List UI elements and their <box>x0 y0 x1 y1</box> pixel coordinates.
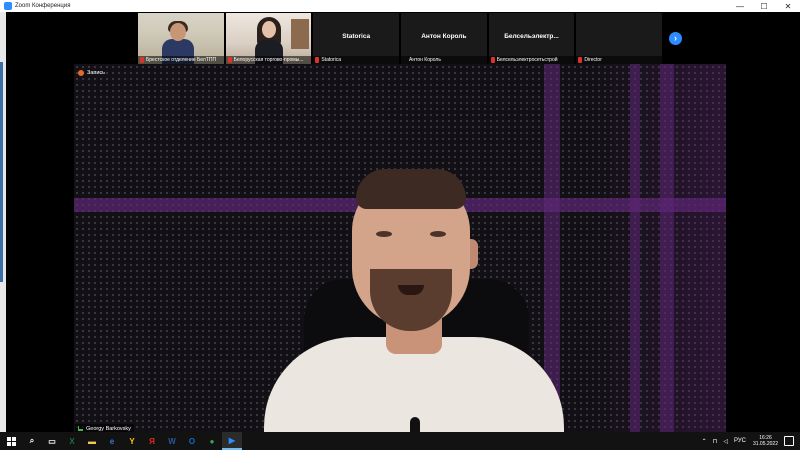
desktop-background-strip <box>0 12 6 432</box>
mic-muted-icon <box>490 57 495 63</box>
clock[interactable]: 16:26 31.05.2022 <box>753 435 778 447</box>
chrome-glyph: ● <box>209 436 215 446</box>
record-icon <box>78 69 84 76</box>
participant-label: Statorica <box>313 56 400 64</box>
mic-muted-icon <box>578 57 583 63</box>
mic-muted-icon <box>140 57 144 63</box>
search-glyph: ⌕ <box>29 436 35 445</box>
mic-muted-icon <box>315 57 320 63</box>
clock-date: 31.05.2022 <box>752 441 778 447</box>
participant-thumbnail[interactable]: Director <box>576 13 663 64</box>
maximize-button[interactable]: ☐ <box>752 0 776 12</box>
speaker-name: Georgy Barkovsky <box>86 425 131 432</box>
search-icon[interactable]: ⌕ <box>22 432 42 450</box>
yandex-browser-icon[interactable]: Y <box>122 432 142 450</box>
excel-icon[interactable]: X <box>62 432 82 450</box>
windows-taskbar: ⌕ ▭ X ▬ e Y Я W O ● ▶ ⌃ ⊓ ◁ РУС 16:26 31.05.2022 <box>0 432 800 450</box>
window-titlebar[interactable]: Zoom Конференция — ☐ ✕ <box>0 0 800 12</box>
start-button[interactable] <box>0 432 22 450</box>
windows-logo-icon <box>6 436 16 446</box>
language-indicator[interactable]: РУС <box>734 438 746 444</box>
participant-label: Белсельэлектросетьстрой <box>488 56 575 64</box>
participant-name: Антон Король <box>421 33 467 40</box>
yandex-icon[interactable]: Я <box>142 432 162 450</box>
participant-thumbnail-strip: Брестское отделение БелТПП Белорусская т… <box>138 13 664 64</box>
task-view-glyph: ▭ <box>48 436 56 446</box>
participant-label: Director <box>576 56 663 64</box>
window-controls: — ☐ ✕ <box>728 0 800 12</box>
zoom-app-icon <box>4 2 12 10</box>
word-glyph: W <box>168 436 176 446</box>
notification-center-icon[interactable] <box>784 436 794 446</box>
participant-thumbnail[interactable]: Белсельэлектр... Белсельэлектросетьстрой <box>488 13 575 64</box>
outlook-glyph: O <box>188 436 196 446</box>
participant-name: Statorica <box>342 33 371 40</box>
outlook-icon[interactable]: O <box>182 432 202 450</box>
desktop-screen: Zoom Конференция — ☐ ✕ Брестское отделен… <box>0 0 800 450</box>
system-tray: ⌃ ⊓ ◁ РУС 16:26 31.05.2022 <box>699 432 800 450</box>
chevron-up-icon[interactable]: ⌃ <box>702 438 707 445</box>
excel-glyph: X <box>69 436 75 446</box>
background-glow <box>594 64 726 433</box>
participant-label: Брестское отделение БелТПП <box>138 56 224 64</box>
participant-thumbnail[interactable]: Белорусская торгово-промы... <box>225 13 312 64</box>
mic-muted-icon <box>227 57 232 63</box>
desktop-accent <box>0 62 3 282</box>
chevron-right-icon[interactable]: › <box>669 32 682 45</box>
window-title: Zoom Конференция <box>15 3 71 9</box>
recording-indicator: Запись <box>78 68 105 77</box>
word-icon[interactable]: W <box>162 432 182 450</box>
participant-label: Белорусская торгово-промы... <box>225 56 312 64</box>
zoom-icon[interactable]: ▶ <box>222 432 242 450</box>
close-button[interactable]: ✕ <box>776 0 800 12</box>
network-icon[interactable]: ⊓ <box>713 438 718 445</box>
participant-thumbnail[interactable]: Антон Король Антон Король <box>401 13 487 64</box>
file-explorer-glyph: ▬ <box>88 436 96 446</box>
file-explorer-icon[interactable]: ▬ <box>82 432 102 450</box>
zoom-glyph: ▶ <box>228 435 236 445</box>
task-view-icon[interactable]: ▭ <box>42 432 62 450</box>
volume-icon[interactable]: ◁ <box>723 438 728 445</box>
participant-label: Антон Король <box>401 56 487 64</box>
participant-thumbnail[interactable]: Statorica Statorica <box>313 13 400 64</box>
active-speaker-video[interactable] <box>74 64 726 433</box>
minimize-button[interactable]: — <box>728 0 752 12</box>
participant-name: Белсельэлектр... <box>504 33 559 40</box>
edge-glyph: e <box>109 436 115 446</box>
participant-thumbnail[interactable]: Брестское отделение БелТПП <box>138 13 224 64</box>
speaker-figure <box>224 159 604 433</box>
chrome-icon[interactable]: ● <box>202 432 222 450</box>
yandex-glyph: Я <box>149 436 155 446</box>
edge-icon[interactable]: e <box>102 432 122 450</box>
recording-label: Запись <box>87 69 106 76</box>
yandex-browser-glyph: Y <box>129 436 135 446</box>
signal-icon <box>78 426 83 431</box>
taskbar-apps: ⌕ ▭ X ▬ e Y Я W O ● ▶ <box>22 432 242 450</box>
